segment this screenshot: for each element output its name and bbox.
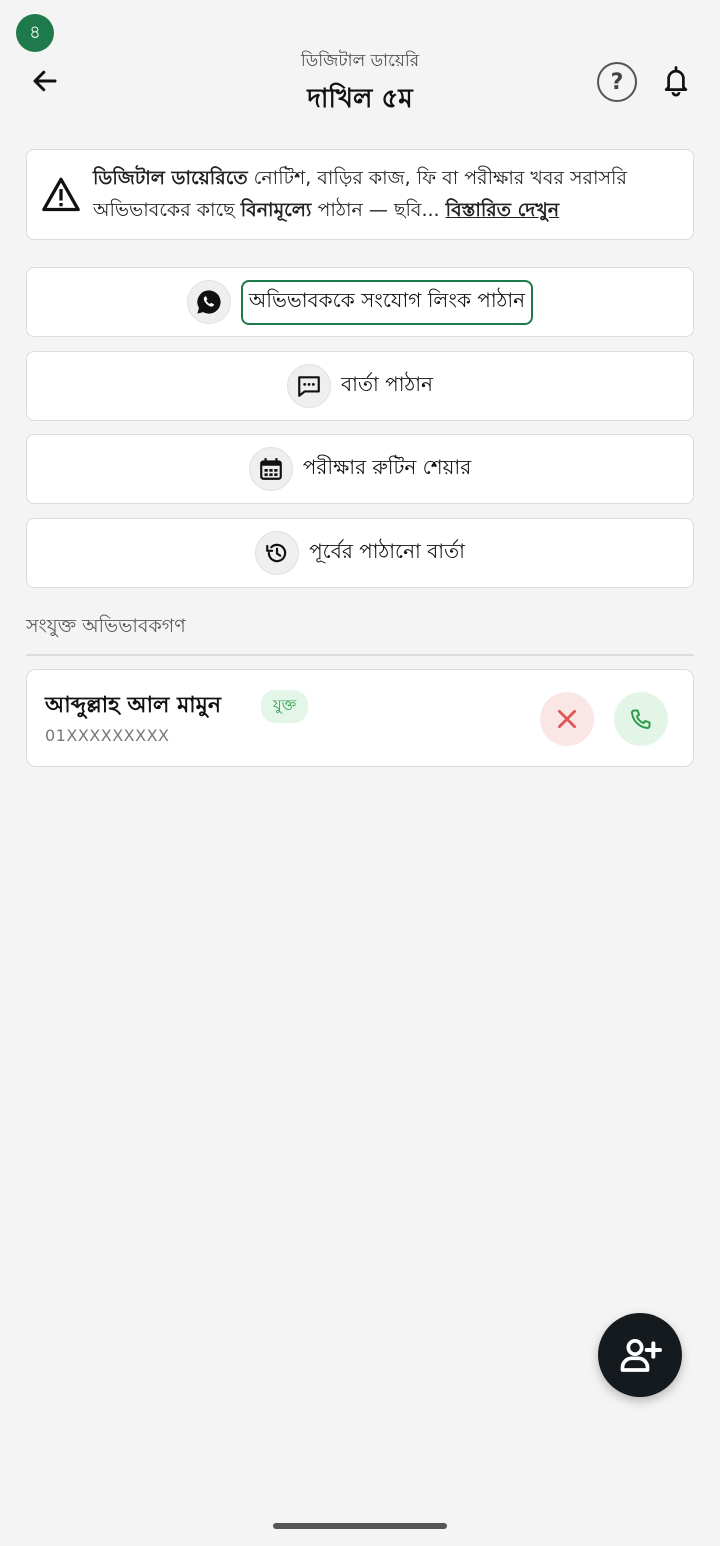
share-exam-routine-button[interactable]: পরীক্ষার রুটিন শেয়ার — [26, 434, 694, 504]
help-button[interactable]: ? — [597, 62, 637, 102]
previous-messages-label: পূর্বের পাঠানো বার্তা — [309, 538, 465, 563]
connected-status-badge: যুক্ত — [261, 690, 309, 723]
home-indicator — [273, 1523, 447, 1529]
page-subtitle: ডিজিটাল ডায়েরি — [300, 51, 420, 71]
bell-icon — [664, 66, 688, 97]
send-message-button[interactable]: বার্তা পাঠান — [26, 351, 694, 421]
remove-guardian-button[interactable] — [540, 692, 594, 746]
guardian-name: আব্দুল্লাহ আল মামুন — [45, 693, 222, 718]
header: ডিজিটাল ডায়েরি দাখিল ৫ম ? — [0, 44, 720, 124]
close-icon — [558, 710, 576, 728]
send-connect-link-button[interactable]: অভিভাবককে সংযোগ লিংক পাঠান — [26, 267, 694, 337]
notice-bold-lead: ডিজিটাল ডায়েরিতে — [93, 167, 248, 189]
whatsapp-icon — [197, 290, 221, 314]
add-person-icon — [620, 1339, 662, 1372]
connected-guardians-heading: সংযুক্ত অভিভাবকগণ — [26, 615, 186, 637]
share-exam-routine-label: পরীক্ষার রুটিন শেয়ার — [302, 454, 472, 479]
arrow-left-icon — [33, 70, 57, 92]
help-icon: ? — [610, 69, 624, 95]
add-guardian-button[interactable] — [598, 1313, 682, 1397]
info-notice: ডিজিটাল ডায়েরিতে নোটিশ, বাড়ির কাজ, ফি … — [26, 149, 694, 240]
message-icon-wrap — [287, 364, 332, 408]
warning-icon — [42, 177, 80, 212]
notice-bold-free: বিনামূল্যে — [240, 199, 312, 221]
notice-text-2: পাঠান — ছবি... — [311, 199, 446, 221]
message-icon — [298, 376, 320, 397]
page-title: দাখিল ৫ম — [307, 84, 413, 114]
guardian-phone: 01XXXXXXXXX — [45, 726, 170, 745]
calendar-icon-wrap — [248, 447, 293, 491]
history-icon-wrap — [255, 531, 300, 575]
send-message-label: বার্তা পাঠান — [341, 371, 433, 396]
send-connect-link-label: অভিভাবককে সংযোগ লিংক পাঠান — [240, 279, 534, 325]
phone-icon — [631, 709, 651, 729]
guardian-list-item: আব্দুল্লাহ আল মামুন যুক্ত 01XXXXXXXXX — [26, 669, 694, 767]
call-guardian-button[interactable] — [614, 692, 668, 746]
whatsapp-icon-wrap — [186, 280, 231, 324]
see-details-link[interactable]: বিস্তারিত দেখুন — [446, 199, 559, 221]
previous-messages-button[interactable]: পূর্বের পাঠানো বার্তা — [26, 518, 694, 588]
header-title-group: ডিজিটাল ডায়েরি দাখিল ৫ম — [160, 48, 560, 122]
back-button[interactable] — [22, 58, 68, 104]
history-icon — [266, 543, 287, 563]
notification-button[interactable] — [655, 60, 697, 102]
divider — [26, 654, 694, 656]
calendar-icon — [259, 458, 282, 480]
